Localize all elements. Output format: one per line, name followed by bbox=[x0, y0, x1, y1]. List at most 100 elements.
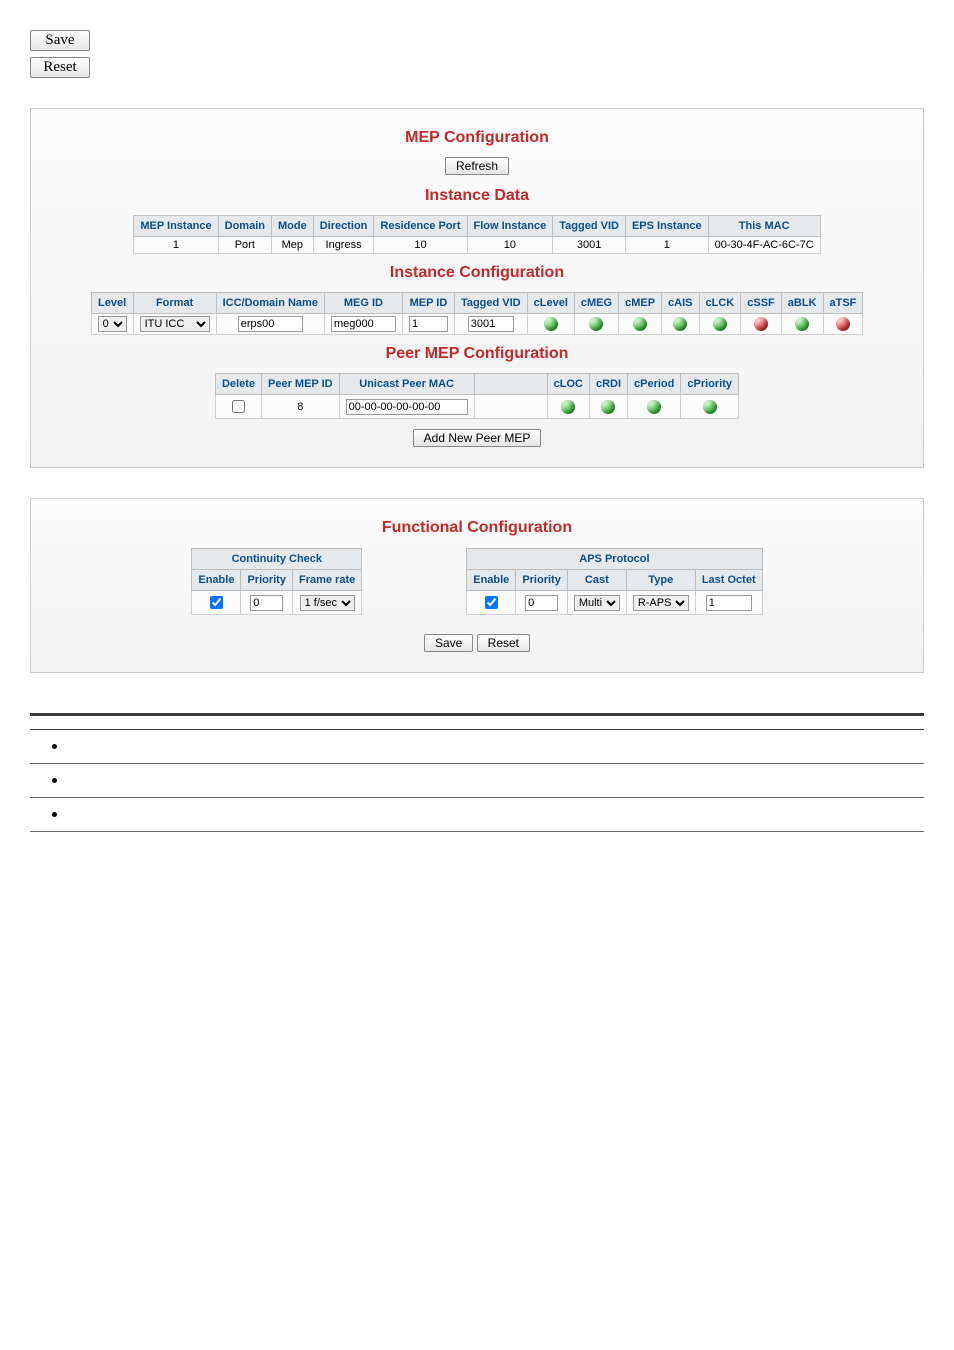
aps-table: APS Protocol Enable Priority Cast Type L… bbox=[466, 548, 762, 615]
status-dot-cmeg bbox=[589, 317, 603, 331]
cell-domain: Port bbox=[218, 237, 271, 254]
instance-cfg-title: Instance Configuration bbox=[41, 264, 913, 282]
cell-peer-id: 8 bbox=[262, 395, 340, 419]
th-mode: Mode bbox=[271, 216, 313, 237]
status-dot-cssf bbox=[754, 317, 768, 331]
peer-cfg-title: Peer MEP Configuration bbox=[41, 345, 913, 363]
th-cSSF: cSSF bbox=[741, 293, 782, 314]
table-row: 0 ITU ICC bbox=[91, 314, 863, 335]
th-cpriority: cPriority bbox=[681, 374, 739, 395]
th-cc-priority: Priority bbox=[241, 570, 293, 591]
cc-enable-checkbox[interactable] bbox=[210, 596, 223, 609]
aps-enable-checkbox[interactable] bbox=[485, 596, 498, 609]
status-dot-cmep bbox=[633, 317, 647, 331]
cc-table: Continuity Check Enable Priority Frame r… bbox=[191, 548, 362, 615]
aps-type-select[interactable]: R-APS bbox=[633, 595, 689, 611]
func-save-button[interactable]: Save bbox=[424, 634, 473, 652]
unicast-mac-input[interactable] bbox=[346, 399, 468, 415]
cc-priority-input[interactable] bbox=[250, 595, 283, 611]
th-mep-instance: MEP Instance bbox=[134, 216, 218, 237]
aps-priority-input[interactable] bbox=[525, 595, 558, 611]
table-row: 1 Port Mep Ingress 10 10 3001 1 00-30-4F… bbox=[134, 237, 820, 254]
th-cMEP: cMEP bbox=[619, 293, 662, 314]
func-reset-button[interactable]: Reset bbox=[477, 634, 530, 652]
instance-data-title: Instance Data bbox=[41, 187, 913, 205]
aps-cast-select[interactable]: Multi bbox=[574, 595, 620, 611]
th-peer-id: Peer MEP ID bbox=[262, 374, 340, 395]
instance-data-table: MEP Instance Domain Mode Direction Resid… bbox=[133, 215, 820, 254]
cell-this-mac: 00-30-4F-AC-6C-7C bbox=[708, 237, 820, 254]
th-aps-priority: Priority bbox=[516, 570, 568, 591]
status-dot-clck bbox=[713, 317, 727, 331]
th-eps-instance: EPS Instance bbox=[625, 216, 708, 237]
level-select[interactable]: 0 bbox=[98, 316, 127, 332]
th-format: Format bbox=[133, 293, 216, 314]
add-peer-button[interactable]: Add New Peer MEP bbox=[413, 429, 542, 447]
desc-0 bbox=[227, 730, 924, 764]
peer-cfg-table: Delete Peer MEP ID Unicast Peer MAC cLOC… bbox=[215, 373, 739, 419]
th-level: Level bbox=[91, 293, 133, 314]
cc-title: Continuity Check bbox=[192, 549, 362, 570]
format-select[interactable]: ITU ICC bbox=[140, 316, 210, 332]
bullet-icon bbox=[52, 812, 57, 817]
th-cc-frame-rate: Frame rate bbox=[292, 570, 361, 591]
th-tvid: Tagged VID bbox=[454, 293, 527, 314]
th-delete: Delete bbox=[215, 374, 261, 395]
func-config-panel: Functional Configuration Continuity Chec… bbox=[30, 498, 924, 673]
cell-mep-instance: 1 bbox=[134, 237, 218, 254]
th-flow-instance: Flow Instance bbox=[467, 216, 553, 237]
mep-config-panel: MEP Configuration Refresh Instance Data … bbox=[30, 108, 924, 468]
th-mepid: MEP ID bbox=[402, 293, 454, 314]
th-cMEG: cMEG bbox=[574, 293, 618, 314]
cell-eps-instance: 1 bbox=[625, 237, 708, 254]
reset-button[interactable]: Reset bbox=[30, 57, 90, 78]
megid-input[interactable] bbox=[331, 316, 396, 332]
bullet-icon bbox=[52, 778, 57, 783]
status-dot-cais bbox=[673, 317, 687, 331]
mep-config-title: MEP Configuration bbox=[41, 129, 913, 147]
cell-direction: Ingress bbox=[313, 237, 374, 254]
tvid-input[interactable] bbox=[468, 316, 514, 332]
save-button[interactable]: Save bbox=[30, 30, 90, 51]
desc-section: Parameter Description bbox=[30, 713, 924, 832]
cell-flow-instance: 10 bbox=[467, 237, 553, 254]
th-parameter: Parameter bbox=[30, 715, 227, 730]
th-description: Description bbox=[227, 715, 924, 730]
th-cc-enable: Enable bbox=[192, 570, 241, 591]
th-cperiod: cPeriod bbox=[628, 374, 681, 395]
table-row: 1 f/sec bbox=[192, 591, 362, 615]
desc-table: Parameter Description bbox=[30, 713, 924, 832]
mepid-input[interactable] bbox=[409, 316, 448, 332]
table-row bbox=[30, 798, 924, 832]
th-cloc: cLOC bbox=[547, 374, 589, 395]
table-row bbox=[30, 730, 924, 764]
th-direction: Direction bbox=[313, 216, 374, 237]
status-dot-atsf bbox=[836, 317, 850, 331]
func-layout-table: Continuity Check Enable Priority Frame r… bbox=[170, 547, 783, 624]
instance-cfg-table: Level Format ICC/Domain Name MEG ID MEP … bbox=[91, 292, 864, 335]
th-crdi: cRDI bbox=[589, 374, 627, 395]
desc-2 bbox=[227, 798, 924, 832]
bullet-icon bbox=[52, 744, 57, 749]
cc-frame-rate-select[interactable]: 1 f/sec bbox=[300, 595, 355, 611]
table-row: Multi R-APS bbox=[467, 591, 762, 615]
icc-input[interactable] bbox=[238, 316, 303, 332]
table-row bbox=[30, 764, 924, 798]
cell-tagged-vid: 3001 bbox=[553, 237, 626, 254]
status-dot-crdi bbox=[601, 400, 615, 414]
status-dot-ablk bbox=[795, 317, 809, 331]
th-icc: ICC/Domain Name bbox=[216, 293, 324, 314]
th-aps-cast: Cast bbox=[567, 570, 626, 591]
status-dot-cloc bbox=[561, 400, 575, 414]
status-dot-cpriority bbox=[703, 400, 717, 414]
th-megid: MEG ID bbox=[324, 293, 402, 314]
th-residence-port: Residence Port bbox=[374, 216, 467, 237]
th-cLCK: cLCK bbox=[699, 293, 741, 314]
delete-checkbox[interactable] bbox=[232, 400, 245, 413]
refresh-button[interactable]: Refresh bbox=[445, 157, 509, 175]
status-dot-clevel bbox=[544, 317, 558, 331]
aps-last-octet-input[interactable] bbox=[706, 595, 752, 611]
th-cLevel: cLevel bbox=[527, 293, 574, 314]
th-aTSF: aTSF bbox=[823, 293, 863, 314]
status-dot-cperiod bbox=[647, 400, 661, 414]
